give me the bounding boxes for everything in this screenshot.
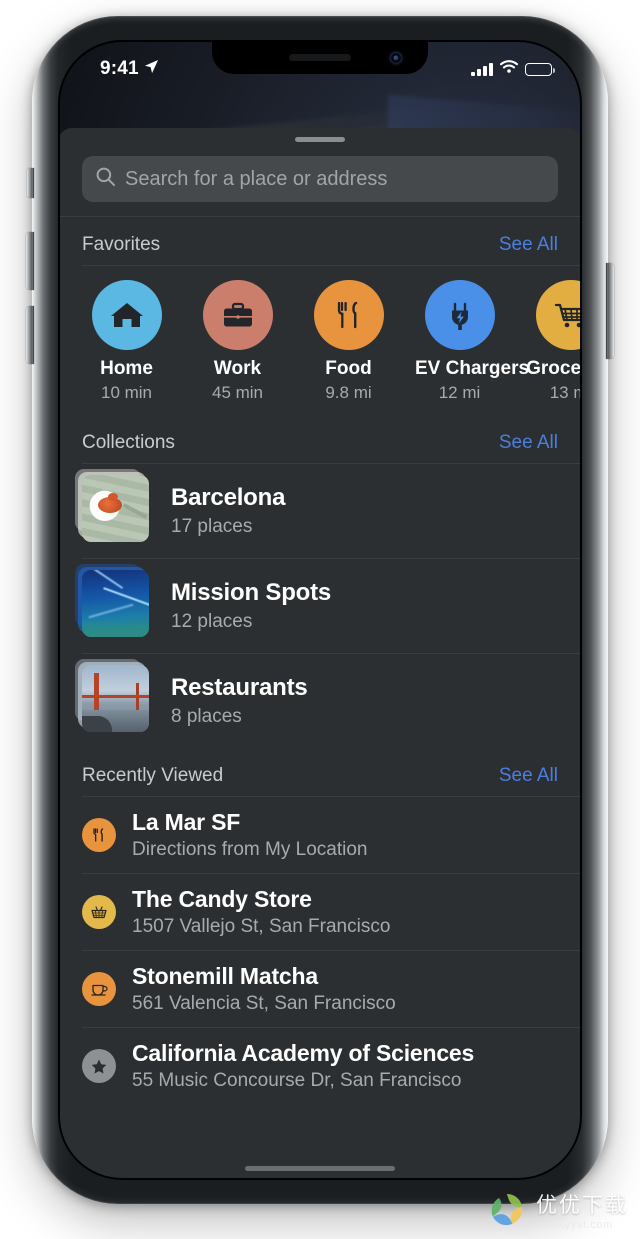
collection-item-mission-spots[interactable]: Mission Spots 12 places — [58, 559, 582, 653]
favorite-detail: 45 min — [211, 383, 264, 402]
home-indicator[interactable] — [245, 1166, 395, 1171]
status-clock: 9:41 — [100, 58, 139, 79]
recent-texts: Stonemill Matcha 561 Valencia St, San Fr… — [132, 963, 558, 1015]
collection-thumbnail-stack — [75, 469, 154, 547]
cellular-signal-icon — [471, 62, 493, 76]
search-placeholder: Search for a place or address — [125, 167, 388, 190]
recent-item-stonemill-matcha[interactable]: Stonemill Matcha 561 Valencia St, San Fr… — [58, 951, 582, 1027]
recent-texts: La Mar SF Directions from My Location — [132, 809, 558, 861]
recent-name: La Mar SF — [132, 809, 241, 835]
recent-detail: 1507 Vallejo St, San Francisco — [132, 916, 391, 937]
basket-icon — [82, 895, 116, 929]
ev-plug-icon — [424, 280, 495, 350]
fork-knife-icon — [82, 818, 116, 852]
volume-up-button[interactable] — [26, 232, 34, 290]
search-input[interactable]: Search for a place or address — [82, 156, 558, 202]
recent-detail: Directions from My Location — [132, 839, 368, 860]
volume-down-button[interactable] — [26, 306, 34, 364]
favorite-label: Groceries — [526, 358, 582, 379]
collection-texts: Restaurants 8 places — [171, 674, 558, 728]
favorites-list[interactable]: Home 10 min Work 45 min Food 9.8 mi EV C… — [58, 266, 582, 415]
collection-thumbnail-stack — [75, 564, 154, 642]
favorite-item-work[interactable]: Work 45 min — [193, 280, 282, 403]
recently-viewed-title: Recently Viewed — [82, 765, 224, 786]
recent-texts: The Candy Store 1507 Vallejo St, San Fra… — [132, 886, 558, 938]
collections-see-all-button[interactable]: See All — [499, 432, 558, 454]
phone-screen: 9:41 Search for a place or address Favor… — [58, 40, 582, 1180]
wifi-icon — [499, 60, 519, 78]
golden-gate-bridge-photo — [82, 665, 149, 732]
recent-item-la-mar-sf[interactable]: La Mar SF Directions from My Location — [58, 797, 582, 873]
briefcase-icon — [202, 280, 273, 350]
battery-icon — [525, 62, 555, 76]
recent-item-the-candy-store[interactable]: The Candy Store 1507 Vallejo St, San Fra… — [58, 874, 582, 950]
collection-item-barcelona[interactable]: Barcelona 17 places — [58, 464, 582, 558]
recent-item-california-academy-of-sciences[interactable]: California Academy of Sciences 55 Music … — [58, 1028, 582, 1104]
watermark: 优优下载 www.yyxt.com — [487, 1189, 628, 1231]
favorite-label: Work — [213, 358, 262, 379]
collections-section-header: Collections See All — [58, 415, 582, 463]
watermark-text: 优优下载 www.yyxt.com — [536, 1189, 628, 1231]
favorite-label: Food — [325, 358, 372, 379]
food-plate-photo — [82, 475, 149, 542]
recently-viewed-section-header: Recently Viewed See All — [58, 748, 582, 796]
recent-detail: 55 Music Concourse Dr, San Francisco — [132, 1070, 462, 1091]
recent-texts: California Academy of Sciences 55 Music … — [132, 1040, 558, 1092]
coffee-cup-icon — [82, 972, 116, 1006]
favorite-detail: 13 mi — [549, 383, 582, 402]
star-icon — [82, 1049, 116, 1083]
favorite-detail: 10 min — [100, 383, 153, 402]
favorite-item-home[interactable]: Home 10 min — [82, 280, 171, 403]
collection-count: 17 places — [171, 516, 253, 537]
recent-name: California Academy of Sciences — [132, 1040, 475, 1066]
collections-title: Collections — [82, 432, 175, 453]
recent-detail: 561 Valencia St, San Francisco — [132, 993, 396, 1014]
battery-cap — [552, 67, 555, 73]
fork-knife-icon — [313, 280, 384, 350]
collection-thumbnail-stack — [75, 659, 154, 737]
collection-count: 12 places — [171, 611, 253, 632]
watermark-logo-icon — [487, 1190, 527, 1230]
power-button[interactable] — [606, 263, 614, 359]
favorite-label: EV Chargers — [415, 358, 530, 379]
blue-light-photo — [82, 570, 149, 637]
recent-name: Stonemill Matcha — [132, 963, 318, 989]
favorites-title: Favorites — [82, 234, 161, 255]
watermark-title: 优优下载 — [536, 1194, 628, 1217]
location-arrow-icon — [144, 59, 159, 79]
search-icon — [95, 166, 116, 192]
favorites-see-all-button[interactable]: See All — [499, 234, 558, 256]
collection-item-restaurants[interactable]: Restaurants 8 places — [58, 654, 582, 748]
collection-name: Mission Spots — [171, 579, 332, 606]
favorite-detail: 9.8 mi — [325, 383, 372, 402]
home-icon — [91, 280, 162, 350]
bottom-sheet[interactable]: Search for a place or address Favorites … — [58, 128, 582, 1180]
favorite-item-ev-chargers[interactable]: EV Chargers 12 mi — [415, 280, 530, 403]
shopping-cart-icon — [535, 280, 582, 350]
status-right — [471, 60, 555, 78]
recent-name: The Candy Store — [132, 886, 312, 912]
collection-texts: Barcelona 17 places — [171, 484, 558, 538]
favorite-label: Home — [100, 358, 153, 379]
recently-viewed-see-all-button[interactable]: See All — [499, 765, 558, 787]
status-left: 9:41 — [100, 58, 159, 80]
collection-count: 8 places — [171, 706, 242, 727]
collection-name: Barcelona — [171, 484, 286, 511]
favorite-item-food[interactable]: Food 9.8 mi — [304, 280, 393, 403]
collection-texts: Mission Spots 12 places — [171, 579, 558, 633]
favorite-item-groceries[interactable]: Groceries 13 mi — [526, 280, 582, 403]
watermark-url: www.yyxt.com — [536, 1219, 613, 1231]
favorite-detail: 12 mi — [438, 383, 481, 402]
sheet-grabber[interactable] — [295, 137, 345, 142]
mute-switch-button[interactable] — [27, 168, 34, 198]
collection-name: Restaurants — [171, 674, 308, 701]
status-bar: 9:41 — [58, 40, 582, 88]
favorites-section-header: Favorites See All — [58, 217, 582, 265]
